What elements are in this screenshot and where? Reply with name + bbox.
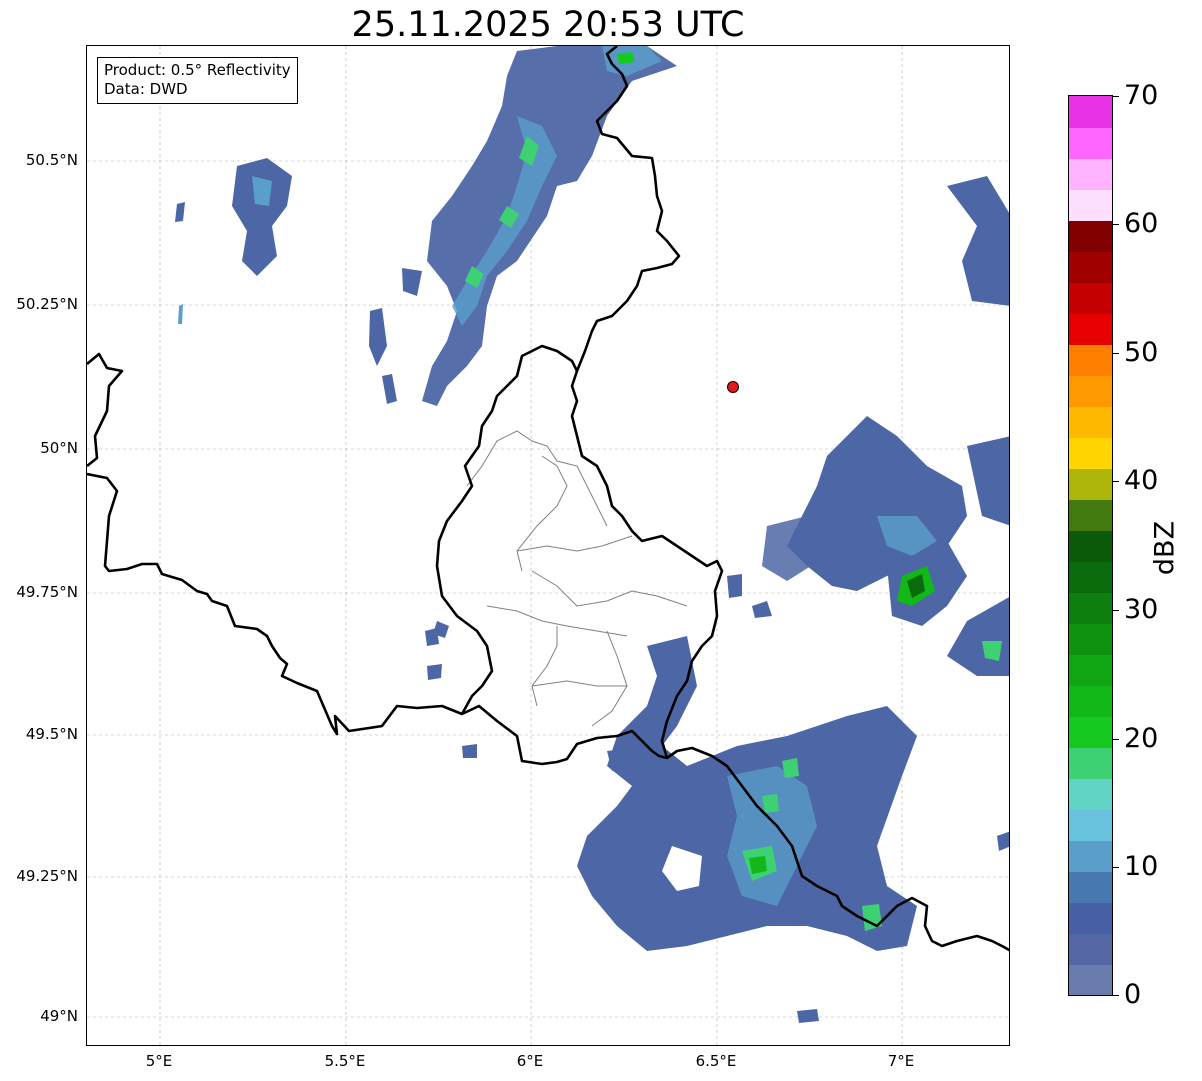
colorbar-segment (1069, 406, 1112, 438)
colorbar-tick-label: 40 (1124, 465, 1159, 496)
y-tick-label: 49.75°N (16, 583, 78, 601)
map-canvas (87, 46, 1009, 1045)
colorbar-segment (1069, 778, 1112, 810)
radar-map[interactable] (86, 45, 1010, 1046)
colorbar-segment (1069, 437, 1112, 469)
colorbar-segment (1069, 313, 1112, 345)
colorbar-tick-label: 30 (1124, 594, 1159, 625)
y-tick-label: 49°N (40, 1007, 78, 1025)
colorbar-label: dBZ (1149, 520, 1181, 576)
map-title: 25.11.2025 20:53 UTC (351, 5, 745, 45)
colorbar-segment (1069, 809, 1112, 841)
precipitation-echoes (175, 46, 1009, 1023)
colorbar-tick-label: 70 (1124, 80, 1159, 111)
colorbar-segment (1069, 716, 1112, 748)
colorbar-segment (1069, 592, 1112, 624)
colorbar-tickmark (1113, 353, 1119, 354)
region-boundaries (466, 430, 688, 727)
colorbar-segment (1069, 468, 1112, 500)
colorbar (1068, 95, 1113, 996)
colorbar-tick-label: 50 (1124, 337, 1159, 368)
y-tick-label: 49.25°N (16, 867, 78, 885)
colorbar-segment (1069, 375, 1112, 407)
colorbar-tickmark (1113, 481, 1119, 482)
x-tick-label: 7°E (887, 1052, 915, 1070)
colorbar-tick-label: 60 (1124, 208, 1159, 239)
colorbar-tickmark (1113, 610, 1119, 611)
product-info-box: Product: 0.5° Reflectivity Data: DWD (97, 57, 298, 104)
colorbar-tickmark (1113, 96, 1119, 97)
y-tick-label: 50.25°N (16, 295, 78, 313)
x-tick-label: 6.5°E (695, 1052, 737, 1070)
product-label: Product: 0.5° Reflectivity (104, 61, 291, 79)
colorbar-tick-label: 20 (1124, 723, 1159, 754)
colorbar-tick-label: 0 (1124, 979, 1142, 1010)
colorbar-segment (1069, 654, 1112, 686)
colorbar-segment (1069, 251, 1112, 283)
colorbar-segment (1069, 561, 1112, 593)
colorbar-segment (1069, 189, 1112, 221)
colorbar-segment (1069, 344, 1112, 376)
colorbar-tickmark (1113, 739, 1119, 740)
colorbar-segment (1069, 499, 1112, 531)
colorbar-segment (1069, 685, 1112, 717)
colorbar-segment (1069, 220, 1112, 252)
radar-site-marker[interactable] (727, 381, 739, 393)
y-tick-label: 50°N (40, 439, 78, 457)
y-tick-label: 49.5°N (25, 725, 78, 743)
colorbar-tickmark (1113, 995, 1119, 996)
colorbar-tickmark (1113, 224, 1119, 225)
colorbar-tickmark (1113, 867, 1119, 868)
colorbar-segment (1069, 530, 1112, 562)
colorbar-segment (1069, 871, 1112, 903)
colorbar-segment (1069, 840, 1112, 872)
y-tick-label: 50.5°N (25, 151, 78, 169)
colorbar-segment (1069, 96, 1112, 128)
colorbar-segment (1069, 933, 1112, 965)
colorbar-segment (1069, 282, 1112, 314)
data-source-label: Data: DWD (104, 80, 188, 98)
x-tick-label: 6°E (516, 1052, 544, 1070)
colorbar-segment (1069, 902, 1112, 934)
x-tick-label: 5.5°E (324, 1052, 366, 1070)
colorbar-segment (1069, 623, 1112, 655)
colorbar-tick-label: 10 (1124, 851, 1159, 882)
x-tick-label: 5°E (145, 1052, 173, 1070)
colorbar-segment (1069, 158, 1112, 190)
colorbar-segment (1069, 747, 1112, 779)
colorbar-segment (1069, 964, 1112, 995)
colorbar-segment (1069, 127, 1112, 159)
